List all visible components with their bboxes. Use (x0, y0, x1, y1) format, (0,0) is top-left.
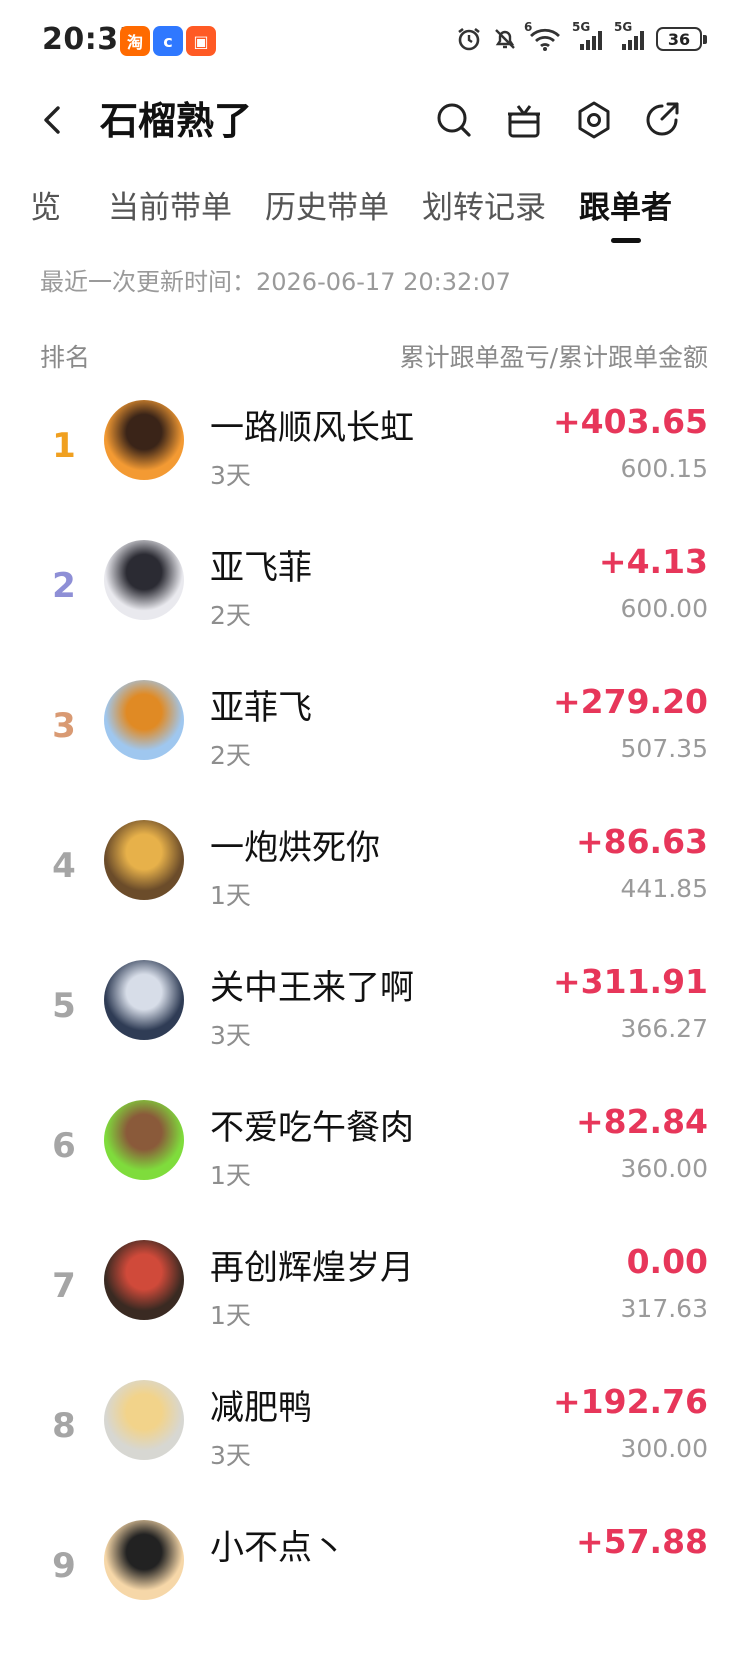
share-icon[interactable] (640, 98, 684, 142)
last-update-text: 最近一次更新时间：2026-06-17 20:32:07 (40, 268, 511, 296)
rank-number: 6 (52, 1126, 76, 1166)
wifi-icon (530, 28, 560, 51)
tab-history-orders[interactable]: 历史带单 (265, 182, 389, 227)
follower-row[interactable]: 7 再创辉煌岁月 1天 0.00 317.63 (0, 1240, 750, 1386)
cumulative-pnl: +403.65 (553, 402, 708, 441)
follower-name: 一炮烘死你 (210, 828, 380, 868)
top-header: 石榴熟了 (0, 80, 750, 162)
red-app-icon: ▣ (186, 26, 216, 56)
avatar[interactable] (104, 540, 184, 620)
battery-icon: 36 (656, 27, 707, 51)
avatar[interactable] (104, 1240, 184, 1320)
column-header-rank: 排名 (40, 343, 91, 372)
cumulative-amount: 600.00 (620, 594, 708, 623)
follow-days: 2天 (210, 601, 251, 630)
tab-bar: 览 当前带单 历史带单 划转记录 跟单者 (0, 170, 750, 250)
follow-days: 1天 (210, 1161, 251, 1190)
gift-icon[interactable] (502, 98, 546, 142)
cumulative-amount: 360.00 (620, 1154, 708, 1183)
avatar[interactable] (104, 1380, 184, 1460)
follower-name: 减肥鸭 (210, 1388, 312, 1428)
search-icon[interactable] (432, 98, 476, 142)
baidu-netdisk-icon: c (153, 26, 183, 56)
follower-row[interactable]: 3 亚菲飞 2天 +279.20 507.35 (0, 680, 750, 826)
cumulative-amount: 317.63 (620, 1294, 708, 1323)
status-icons: 6 5G 5G 36 (456, 20, 707, 52)
signal-indicator-2: 5G (614, 20, 646, 52)
cumulative-pnl: +192.76 (553, 1382, 708, 1421)
cumulative-amount: 600.15 (620, 454, 708, 483)
cumulative-amount: 300.00 (620, 1434, 708, 1463)
wifi-indicator: 6 (524, 20, 562, 52)
follower-name: 关中王来了啊 (210, 968, 414, 1008)
mute-bell-icon (495, 29, 515, 49)
tab-followers[interactable]: 跟单者 (579, 182, 672, 227)
settings-icon[interactable] (572, 98, 616, 142)
rank-number: 3 (52, 706, 76, 746)
active-tab-indicator (611, 238, 641, 243)
follower-name: 小不点丶 (210, 1528, 346, 1568)
cumulative-pnl: +279.20 (553, 682, 708, 721)
follow-days: 1天 (210, 881, 251, 910)
rank-number: 1 (52, 426, 76, 466)
tab-current-orders[interactable]: 当前带单 (108, 182, 232, 227)
cumulative-pnl: +82.84 (575, 1102, 708, 1141)
follower-row[interactable]: 1 一路顺风长虹 3天 +403.65 600.15 (0, 400, 750, 546)
rank-number: 5 (52, 986, 76, 1026)
follower-row[interactable]: 2 亚飞菲 2天 +4.13 600.00 (0, 540, 750, 686)
follower-name: 一路顺风长虹 (210, 408, 414, 448)
avatar[interactable] (104, 400, 184, 480)
follower-name: 再创辉煌岁月 (210, 1248, 414, 1288)
taobao-icon: 淘 (120, 26, 150, 56)
cumulative-pnl: +4.13 (598, 542, 708, 581)
cumulative-amount: 441.85 (620, 874, 708, 903)
follower-name: 不爱吃午餐肉 (210, 1108, 414, 1148)
column-header-pnl-amount: 累计跟单盈亏/累计跟单金额 (399, 343, 708, 372)
status-bar: 20:33 淘 c ▣ 6 5G 5G 36 (0, 0, 750, 80)
rank-number: 7 (52, 1266, 76, 1306)
signal-indicator-1: 5G (572, 20, 604, 52)
avatar[interactable] (104, 1100, 184, 1180)
avatar[interactable] (104, 1520, 184, 1600)
follower-name: 亚菲飞 (210, 688, 312, 728)
tab-overview[interactable]: 览 (30, 182, 61, 227)
avatar[interactable] (104, 960, 184, 1040)
alarm-icon (458, 27, 480, 51)
rank-number: 2 (52, 566, 76, 606)
follow-days: 3天 (210, 1021, 251, 1050)
follower-row[interactable]: 4 一炮烘死你 1天 +86.63 441.85 (0, 820, 750, 966)
cumulative-amount: 366.27 (620, 1014, 708, 1043)
page-title: 石榴熟了 (100, 99, 253, 143)
avatar[interactable] (104, 680, 184, 760)
follower-row[interactable]: 8 减肥鸭 3天 +192.76 300.00 (0, 1380, 750, 1526)
cumulative-pnl: +86.63 (575, 822, 708, 861)
tab-transfer-records[interactable]: 划转记录 (422, 182, 546, 227)
follower-row[interactable]: 9 小不点丶 +57.88 (0, 1520, 750, 1666)
rank-number: 4 (52, 846, 76, 886)
follow-days: 2天 (210, 741, 251, 770)
avatar[interactable] (104, 820, 184, 900)
follower-row[interactable]: 6 不爱吃午餐肉 1天 +82.84 360.00 (0, 1100, 750, 1246)
back-arrow-icon[interactable] (34, 100, 74, 140)
follow-days: 3天 (210, 461, 251, 490)
rank-number: 9 (52, 1546, 76, 1586)
cumulative-pnl: +311.91 (553, 962, 708, 1001)
follower-row[interactable]: 5 关中王来了啊 3天 +311.91 366.27 (0, 960, 750, 1106)
follower-name: 亚飞菲 (210, 548, 312, 588)
cumulative-amount: 507.35 (620, 734, 708, 763)
cumulative-pnl: +57.88 (575, 1522, 708, 1561)
follow-days: 1天 (210, 1301, 251, 1330)
follow-days: 3天 (210, 1441, 251, 1470)
rank-number: 8 (52, 1406, 76, 1446)
cumulative-pnl: 0.00 (626, 1242, 708, 1281)
